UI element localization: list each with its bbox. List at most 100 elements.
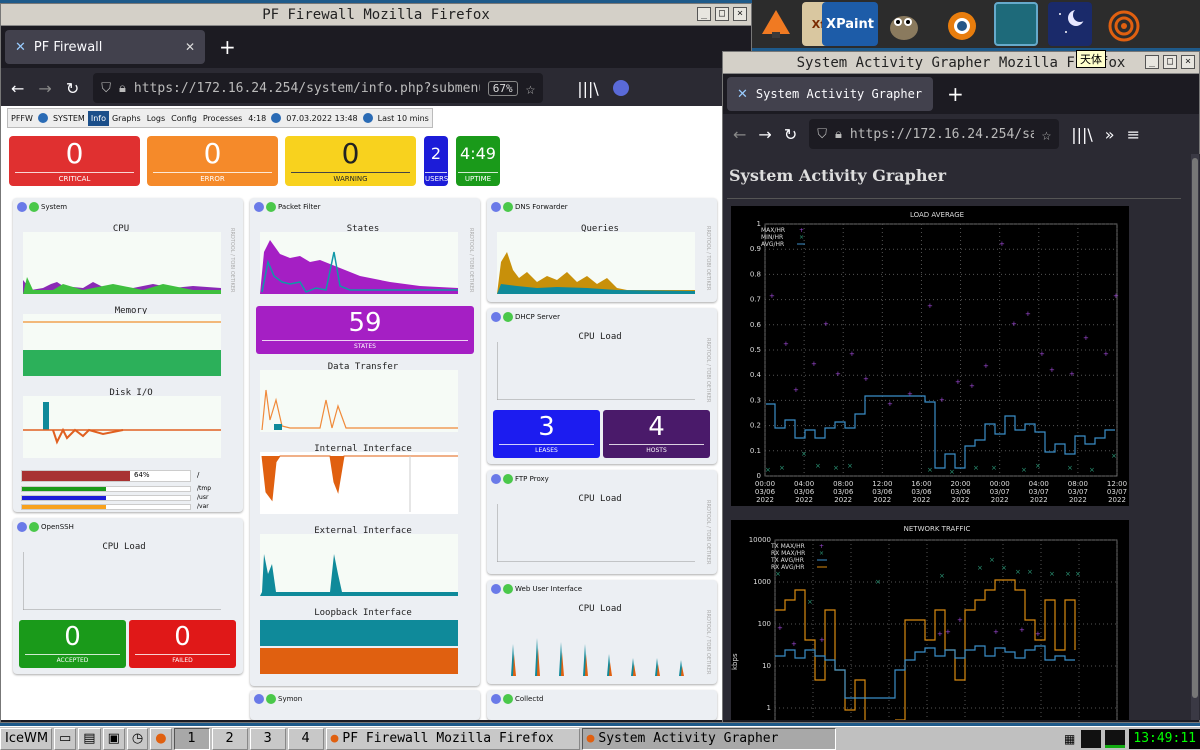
menu-pffw[interactable]: PFFW	[8, 114, 36, 123]
tab-system-activity-grapher[interactable]: ✕ System Activity Grapher	[727, 77, 933, 111]
external-interface-chart	[260, 534, 458, 596]
ssh-accepted-tile[interactable]: 0 ACCEPTED	[19, 620, 126, 668]
pf-window-titlebar[interactable]: PF Firewall Mozilla Firefox _ □ ×	[1, 4, 751, 26]
panel-menu-icon[interactable]	[491, 312, 501, 322]
lock-icon: 🔒︎	[834, 126, 842, 142]
bookmark-star-icon[interactable]: ☆	[526, 79, 536, 98]
inkscape-launcher-icon[interactable]	[754, 2, 798, 46]
dhcp-hosts-tile[interactable]: 4 HOSTS	[603, 410, 710, 458]
workspace-label: 3	[263, 731, 272, 746]
reload-icon[interactable]: ↻	[66, 79, 79, 98]
zoom-level[interactable]: 67%	[487, 80, 518, 96]
panel-menu-icon[interactable]	[491, 474, 501, 484]
reload-icon[interactable]: ↻	[784, 125, 797, 144]
menu-system[interactable]: SYSTEM	[50, 114, 88, 123]
warning-tile[interactable]: 0 WARNING	[285, 136, 416, 186]
menu-config[interactable]: Config	[168, 114, 200, 123]
url-text: https://172.16.24.254/sa	[849, 126, 1034, 142]
users-count: 2	[430, 144, 442, 163]
window-list-icon[interactable]: ▤	[78, 727, 101, 750]
minimize-button[interactable]: _	[697, 7, 711, 21]
workspace-3[interactable]: 3	[249, 727, 286, 750]
stellarium-launcher-icon[interactable]	[1048, 2, 1092, 46]
ftp-panel-title: FTP Proxy	[515, 475, 549, 483]
xpaint-launcher-icon[interactable]: XPaint	[822, 2, 878, 46]
load-x-tick-date: 03/06	[833, 488, 854, 496]
scrollbar[interactable]	[1191, 154, 1199, 720]
new-tab-button[interactable]: +	[947, 82, 964, 106]
terminal-launcher-icon[interactable]	[994, 2, 1038, 46]
terminal-icon[interactable]: ▣	[102, 727, 125, 750]
pf-tab-bar: ✕ PF Firewall ✕ +	[1, 26, 751, 68]
url-bar[interactable]: ⛉ 🔒︎ https://172.16.24.254/system/info.p…	[93, 73, 544, 103]
menu-graphs[interactable]: Graphs	[109, 114, 144, 123]
error-tile[interactable]: 0 ERROR	[147, 136, 278, 186]
start-button[interactable]: IceWM	[0, 727, 52, 750]
load-x-tick-time: 00:00	[755, 480, 775, 488]
grapher-launcher-icon[interactable]	[1102, 2, 1146, 46]
load-x-tick-year: 2022	[834, 496, 852, 504]
maximize-button[interactable]: □	[1163, 55, 1177, 69]
maximize-button[interactable]: □	[715, 7, 729, 21]
forward-arrow-icon[interactable]: →	[38, 79, 51, 98]
panel-status-icon	[503, 474, 513, 484]
panel-menu-icon[interactable]	[491, 694, 501, 704]
cpu-monitor-icon	[1081, 729, 1102, 748]
url-bar[interactable]: ⛉ 🔒︎ https://172.16.24.254/sa ☆	[809, 119, 1060, 149]
back-arrow-icon[interactable]: ←	[11, 79, 24, 98]
task-pf-firewall[interactable]: ● PF Firewall Mozilla Firefox	[325, 727, 580, 750]
uptime-tile[interactable]: 4:49 UPTIME	[456, 136, 500, 186]
rrd-label: RRDTOOL / TOBI OETIKER	[705, 610, 711, 675]
library-icon[interactable]: |||\	[577, 79, 599, 98]
workspace-1[interactable]: 1	[173, 727, 210, 750]
show-desktop-icon[interactable]: ▭	[54, 727, 77, 750]
menu-logs[interactable]: Logs	[144, 114, 168, 123]
new-tab-button[interactable]: +	[219, 35, 236, 59]
critical-tile[interactable]: 0 CRITICAL	[9, 136, 140, 186]
menu-refresh-period[interactable]: Last 10 mins	[375, 114, 432, 123]
svg-text:+: +	[819, 543, 824, 550]
close-button[interactable]: ×	[733, 7, 747, 21]
gimp-launcher-icon[interactable]	[882, 2, 926, 46]
panel-menu-icon[interactable]	[491, 584, 501, 594]
dhcp-leases-tile[interactable]: 3 LEASES	[493, 410, 600, 458]
firefox-taskbar-icon[interactable]: ●	[150, 727, 172, 750]
keyboard-icon[interactable]: ▦	[1064, 732, 1075, 746]
panel-status-icon	[503, 312, 513, 322]
ssh-failed-tile[interactable]: 0 FAILED	[129, 620, 236, 668]
scrollbar-thumb[interactable]	[1192, 158, 1198, 698]
close-tab-icon[interactable]: ✕	[185, 40, 195, 54]
hamburger-menu-icon[interactable]: ≡	[1127, 125, 1140, 144]
minimize-button[interactable]: _	[1145, 55, 1159, 69]
app-launcher-bar: Xfig XPaint	[752, 0, 1200, 48]
load-x-tick-time: 12:00	[872, 480, 892, 488]
workspace-4[interactable]: 4	[287, 727, 324, 750]
task-system-activity-grapher[interactable]: ● System Activity Grapher	[581, 727, 836, 750]
svg-text:+: +	[1069, 370, 1075, 378]
workspace-2[interactable]: 2	[211, 727, 248, 750]
svg-text:+: +	[1035, 630, 1041, 638]
overflow-chevron-icon[interactable]: »	[1105, 125, 1115, 144]
panel-menu-icon[interactable]	[491, 202, 501, 212]
clock-app-icon[interactable]: ◷	[126, 727, 149, 750]
bookmark-star-icon[interactable]: ☆	[1042, 125, 1052, 144]
menu-processes[interactable]: Processes	[200, 114, 245, 123]
svg-text:×: ×	[939, 572, 945, 580]
close-button[interactable]: ×	[1181, 55, 1195, 69]
users-tile[interactable]: 2 USERS	[424, 136, 448, 186]
panel-menu-icon[interactable]	[17, 522, 27, 532]
forward-arrow-icon[interactable]: →	[758, 125, 771, 144]
disk-root-fill	[22, 471, 130, 481]
tab-pf-firewall[interactable]: ✕ PF Firewall ✕	[5, 30, 205, 64]
panel-menu-icon[interactable]	[254, 694, 264, 704]
profile-icon[interactable]	[612, 80, 629, 96]
panel-menu-icon[interactable]	[17, 202, 27, 212]
states-tile[interactable]: 59 STATES	[256, 306, 474, 354]
blender-launcher-icon[interactable]	[938, 2, 982, 46]
grapher-window-titlebar[interactable]: System Activity Grapher Mozilla Firefox …	[723, 52, 1199, 74]
library-icon[interactable]: |||\	[1071, 125, 1093, 144]
load-y-tick: 0.7	[750, 296, 761, 304]
panel-menu-icon[interactable]	[254, 202, 264, 212]
menu-info[interactable]: Info	[87, 110, 109, 126]
back-arrow-icon[interactable]: ←	[733, 125, 746, 144]
